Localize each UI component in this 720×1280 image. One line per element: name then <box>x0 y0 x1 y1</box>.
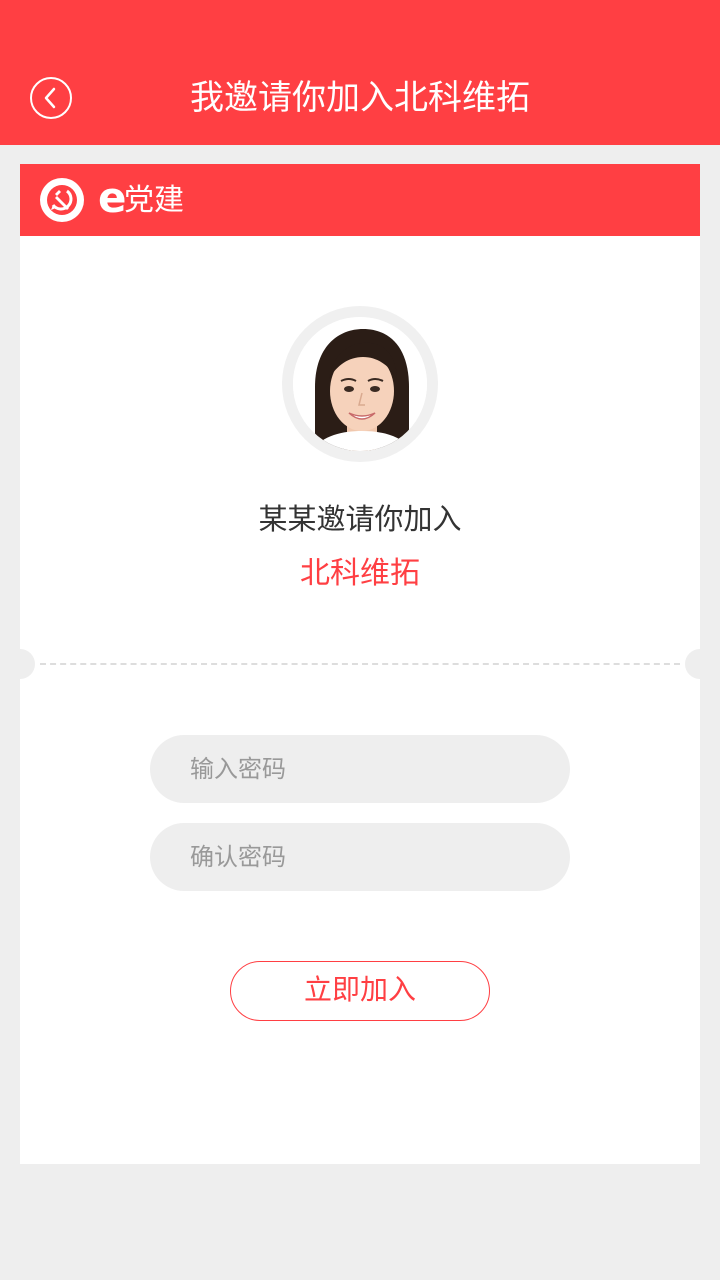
avatar <box>293 317 427 451</box>
password-input[interactable] <box>150 735 570 803</box>
ticket-notch-left <box>5 649 35 679</box>
brand-name: 党建 <box>124 183 184 218</box>
dashed-divider <box>40 663 680 665</box>
confirm-password-input[interactable] <box>150 823 570 891</box>
invite-card: e 党建 某某邀请你加入 北科维拓 立即加入 <box>5 164 715 1164</box>
card-header: e 党建 <box>20 164 700 236</box>
ticket-notch-right <box>685 649 715 679</box>
page-title: 我邀请你加入北科维拓 <box>190 78 530 118</box>
org-name: 北科维拓 <box>300 556 420 591</box>
party-emblem-icon <box>40 178 84 222</box>
invite-text: 某某邀请你加入 <box>258 502 462 536</box>
join-button[interactable]: 立即加入 <box>230 961 490 1021</box>
brand-e-letter: e <box>98 173 127 222</box>
top-bar: 我邀请你加入北科维拓 <box>0 0 720 145</box>
avatar-ring <box>282 306 438 462</box>
